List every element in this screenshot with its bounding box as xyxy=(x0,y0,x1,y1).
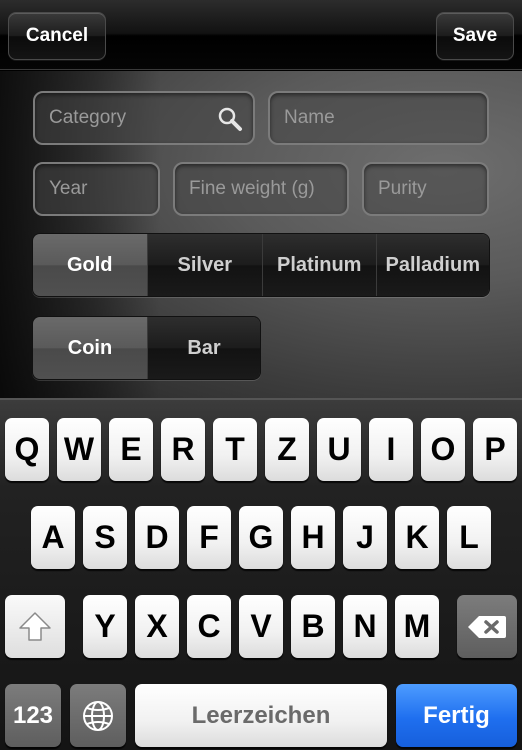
key-g[interactable]: G xyxy=(239,506,283,569)
segment-palladium[interactable]: Palladium xyxy=(375,234,489,296)
navigation-bar: Cancel Save xyxy=(0,0,522,70)
name-placeholder: Name xyxy=(284,107,335,128)
segment-coin[interactable]: Coin xyxy=(33,317,147,379)
key-q[interactable]: Q xyxy=(5,418,49,481)
fine-weight-field[interactable]: Fine weight (g) xyxy=(173,162,349,216)
coin-form: Category Name Year Fine weight (g) Purit… xyxy=(0,71,522,398)
save-button[interactable]: Save xyxy=(436,12,514,60)
key-b[interactable]: B xyxy=(291,595,335,658)
key-f[interactable]: F xyxy=(187,506,231,569)
fine-weight-placeholder: Fine weight (g) xyxy=(189,178,315,199)
key-h[interactable]: H xyxy=(291,506,335,569)
category-field[interactable]: Category xyxy=(33,91,255,145)
purity-field[interactable]: Purity xyxy=(362,162,489,216)
year-placeholder: Year xyxy=(49,178,88,199)
key-y[interactable]: Y xyxy=(83,595,127,658)
key-n[interactable]: N xyxy=(343,595,387,658)
delete-key[interactable] xyxy=(457,595,517,658)
search-icon xyxy=(218,107,242,131)
purity-placeholder: Purity xyxy=(378,178,427,199)
key-m[interactable]: M xyxy=(395,595,439,658)
key-u[interactable]: U xyxy=(317,418,361,481)
key-a[interactable]: A xyxy=(31,506,75,569)
key-d[interactable]: D xyxy=(135,506,179,569)
key-x[interactable]: X xyxy=(135,595,179,658)
globe-icon xyxy=(83,700,113,731)
key-e[interactable]: E xyxy=(109,418,153,481)
segment-platinum[interactable]: Platinum xyxy=(262,234,376,296)
key-k[interactable]: K xyxy=(395,506,439,569)
metal-segmented-control: Gold Silver Platinum Palladium xyxy=(32,233,490,297)
cancel-button[interactable]: Cancel xyxy=(8,12,106,60)
key-l[interactable]: L xyxy=(447,506,491,569)
year-field[interactable]: Year xyxy=(33,162,160,216)
key-w[interactable]: W xyxy=(57,418,101,481)
space-key[interactable]: Leerzeichen xyxy=(135,684,387,747)
key-o[interactable]: O xyxy=(421,418,465,481)
key-i[interactable]: I xyxy=(369,418,413,481)
key-z[interactable]: Z xyxy=(265,418,309,481)
key-j[interactable]: J xyxy=(343,506,387,569)
numbers-key[interactable]: 123 xyxy=(5,684,61,747)
name-field[interactable]: Name xyxy=(268,91,489,145)
key-s[interactable]: S xyxy=(83,506,127,569)
done-key[interactable]: Fertig xyxy=(396,684,517,747)
segment-bar[interactable]: Bar xyxy=(146,317,260,379)
key-t[interactable]: T xyxy=(213,418,257,481)
keyboard: Q W E R T Z U I O P A S D F G H J K L Y … xyxy=(0,398,522,750)
type-segmented-control: Coin Bar xyxy=(32,316,261,380)
shift-icon xyxy=(19,611,51,641)
key-c[interactable]: C xyxy=(187,595,231,658)
backspace-icon xyxy=(468,615,506,638)
segment-silver[interactable]: Silver xyxy=(146,234,262,296)
segment-gold[interactable]: Gold xyxy=(33,234,147,296)
shift-key[interactable] xyxy=(5,595,65,658)
category-placeholder: Category xyxy=(49,107,127,128)
key-p[interactable]: P xyxy=(473,418,517,481)
globe-key[interactable] xyxy=(70,684,126,747)
key-v[interactable]: V xyxy=(239,595,283,658)
key-r[interactable]: R xyxy=(161,418,205,481)
